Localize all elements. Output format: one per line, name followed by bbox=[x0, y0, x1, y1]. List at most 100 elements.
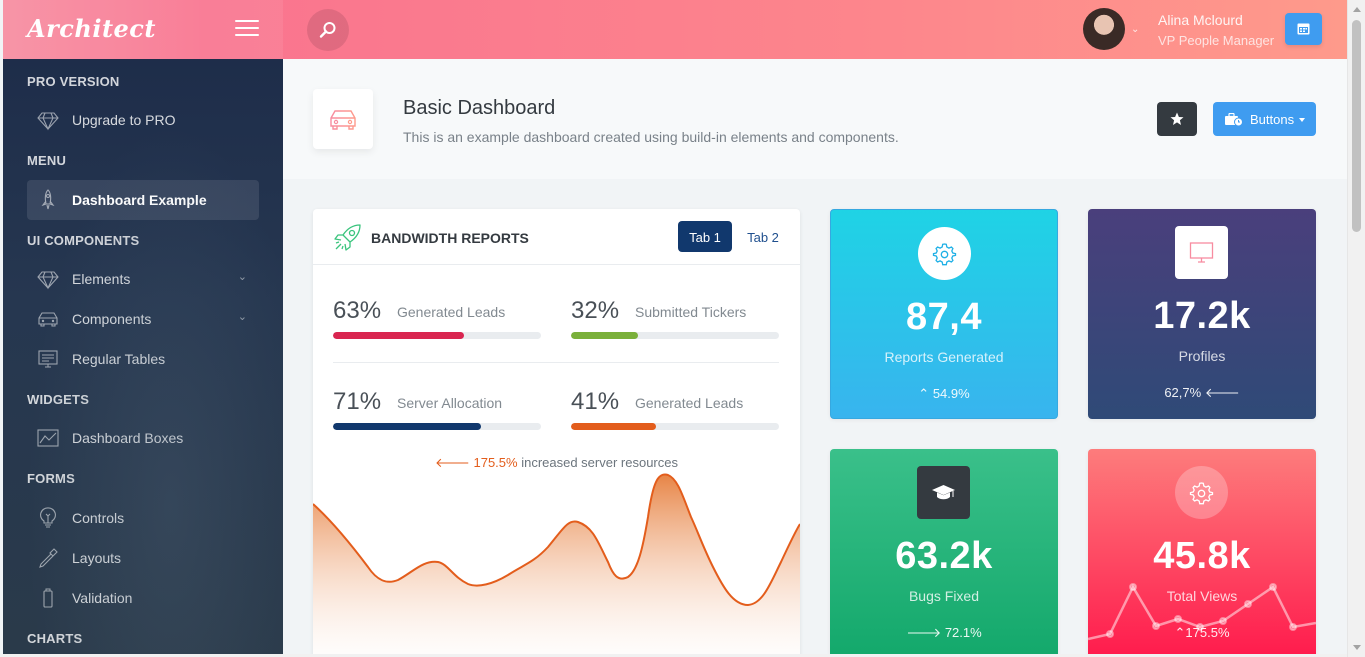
sidebar-item-upgrade[interactable]: Upgrade to PRO bbox=[27, 100, 259, 140]
progress-track bbox=[333, 423, 541, 430]
calendar-button[interactable] bbox=[1285, 13, 1322, 45]
rocket-icon bbox=[41, 189, 55, 210]
menu-toggle-icon[interactable] bbox=[235, 20, 259, 36]
sidebar-item-layouts[interactable]: Layouts bbox=[27, 538, 259, 578]
sidebar-item-label: Upgrade to PRO bbox=[72, 112, 176, 128]
sidebar-item-dashboard-boxes[interactable]: Dashboard Boxes bbox=[27, 418, 259, 458]
chevron-down-icon: ⌄ bbox=[237, 311, 247, 323]
vertical-scrollbar[interactable] bbox=[1347, 0, 1365, 657]
divider bbox=[333, 362, 779, 363]
user-avatar[interactable] bbox=[1083, 8, 1125, 50]
rocket-icon bbox=[334, 224, 361, 251]
tile-icon-box bbox=[1175, 226, 1228, 279]
sidebar-item-label: Layouts bbox=[72, 550, 122, 566]
user-role: VP People Manager bbox=[1158, 33, 1275, 48]
bandwidth-area-chart bbox=[313, 473, 800, 654]
progress-percent: 63% bbox=[333, 297, 382, 324]
card-header: BANDWIDTH REPORTS Tab 1 Tab 2 bbox=[313, 209, 800, 265]
tile-bugs-fixed: 63.2k Bugs Fixed 🡒 72.1% bbox=[830, 449, 1058, 654]
tile-value: 87,4 bbox=[906, 296, 982, 338]
sidebar-item-elements[interactable]: Elements ⌄ bbox=[27, 259, 259, 299]
scroll-down-icon[interactable] bbox=[1353, 645, 1361, 650]
buttons-dropdown[interactable]: Buttons bbox=[1213, 102, 1316, 136]
progress-track bbox=[571, 332, 779, 339]
card-title: BANDWIDTH REPORTS bbox=[371, 230, 529, 246]
sidebar-item-controls[interactable]: Controls bbox=[27, 498, 259, 538]
sidebar-item-dashboard-example[interactable]: Dashboard Example bbox=[27, 180, 259, 220]
sidebar-heading-ui-components: UI COMPONENTS bbox=[27, 233, 140, 248]
calendar-icon bbox=[1297, 23, 1310, 35]
progress-generated-leads: 63% Generated Leads bbox=[333, 297, 541, 349]
tile-label: Profiles bbox=[1178, 348, 1226, 364]
business-time-icon bbox=[1225, 113, 1243, 126]
tab-2[interactable]: Tab 2 bbox=[739, 221, 787, 252]
arrow-left-icon: 🡐 bbox=[1204, 385, 1240, 400]
monitor-icon bbox=[1189, 242, 1214, 263]
sidebar-item-validation[interactable]: Validation bbox=[27, 578, 259, 618]
tile-value: 17.2k bbox=[1153, 295, 1251, 337]
tile-profiles: 17.2k Profiles 62,7% 🡐 bbox=[1088, 209, 1316, 419]
sidebar-heading-widgets: WIDGETS bbox=[27, 392, 90, 407]
tile-value: 63.2k bbox=[895, 535, 993, 577]
tile-footer-value: 62,7% bbox=[1164, 385, 1202, 400]
chevron-down-icon[interactable]: ⌄ bbox=[1131, 24, 1139, 35]
tab-1[interactable]: Tab 1 bbox=[678, 221, 732, 252]
tile-icon-box bbox=[1175, 466, 1228, 519]
battery-icon bbox=[43, 588, 53, 608]
arrow-right-icon: 🡒 bbox=[906, 625, 942, 640]
tile-label: Bugs Fixed bbox=[908, 588, 980, 604]
user-name: Alina Mclourd bbox=[1158, 12, 1243, 28]
page-subtitle: This is an example dashboard created usi… bbox=[403, 129, 899, 145]
sidebar-item-label: Dashboard Example bbox=[72, 192, 207, 208]
progress-generated-leads-2: 41% Generated Leads bbox=[571, 388, 779, 440]
eyedropper-icon bbox=[39, 548, 58, 568]
search-icon bbox=[319, 22, 336, 38]
sidebar-heading-pro: PRO VERSION bbox=[27, 74, 120, 89]
tile-value: 45.8k bbox=[1153, 535, 1251, 577]
progress-track bbox=[571, 423, 779, 430]
progress-track bbox=[333, 332, 541, 339]
sidebar-heading-forms: FORMS bbox=[27, 471, 75, 486]
graph-icon bbox=[37, 429, 59, 447]
page-title-bar: Basic Dashboard This is an example dashb… bbox=[283, 59, 1347, 179]
sidebar-item-label: Validation bbox=[72, 590, 133, 606]
bandwidth-reports-card: BANDWIDTH REPORTS Tab 1 Tab 2 63% Genera… bbox=[313, 209, 800, 654]
caret-down-icon bbox=[1299, 118, 1305, 122]
sidebar-item-regular-tables[interactable]: Regular Tables bbox=[27, 339, 259, 379]
progress-label: Generated Leads bbox=[635, 395, 744, 411]
sidebar-item-components[interactable]: Components ⌄ bbox=[27, 299, 259, 339]
logo-area: Architect bbox=[3, 0, 283, 59]
progress-percent: 71% bbox=[333, 388, 382, 415]
progress-server-allocation: 71% Server Allocation bbox=[333, 388, 541, 440]
page-title-icon-box bbox=[313, 89, 373, 149]
app-logo[interactable]: Architect bbox=[27, 14, 156, 43]
progress-percent: 32% bbox=[571, 297, 620, 324]
progress-label: Submitted Tickers bbox=[635, 304, 747, 320]
angle-up-icon: ⌃ bbox=[1174, 625, 1186, 640]
progress-fill bbox=[571, 423, 657, 430]
light-bulb-icon bbox=[40, 507, 56, 528]
star-icon bbox=[1170, 112, 1184, 125]
progress-fill bbox=[571, 332, 638, 339]
progress-fill bbox=[333, 423, 481, 430]
sidebar: PRO VERSION Upgrade to PRO MENU Dashboar… bbox=[3, 59, 283, 654]
sidebar-heading-menu: MENU bbox=[27, 153, 67, 168]
app-window: Architect ⌄ Alina Mclourd VP People Mana… bbox=[3, 0, 1347, 654]
gear-icon bbox=[1189, 482, 1214, 505]
car-icon bbox=[38, 312, 58, 327]
chevron-down-icon: ⌄ bbox=[237, 271, 247, 283]
scroll-up-icon[interactable] bbox=[1353, 7, 1361, 12]
search-button[interactable] bbox=[307, 9, 349, 51]
buttons-dropdown-label: Buttons bbox=[1250, 112, 1295, 127]
tile-footer-value: 175.5% bbox=[1185, 625, 1230, 640]
gear-icon bbox=[932, 243, 957, 266]
tile-footer: ⌃ 54.9% bbox=[831, 386, 1057, 402]
progress-fill bbox=[333, 332, 465, 339]
tab-label: Tab 1 bbox=[689, 230, 721, 245]
tile-label: Total Views bbox=[1166, 588, 1238, 604]
scrollbar-thumb[interactable] bbox=[1352, 20, 1361, 232]
progress-label: Server Allocation bbox=[397, 395, 503, 411]
graduation-cap-icon bbox=[932, 485, 955, 500]
favorite-button[interactable] bbox=[1157, 102, 1197, 136]
tile-total-views: 45.8k Total Views ⌃175.5% bbox=[1088, 449, 1316, 654]
